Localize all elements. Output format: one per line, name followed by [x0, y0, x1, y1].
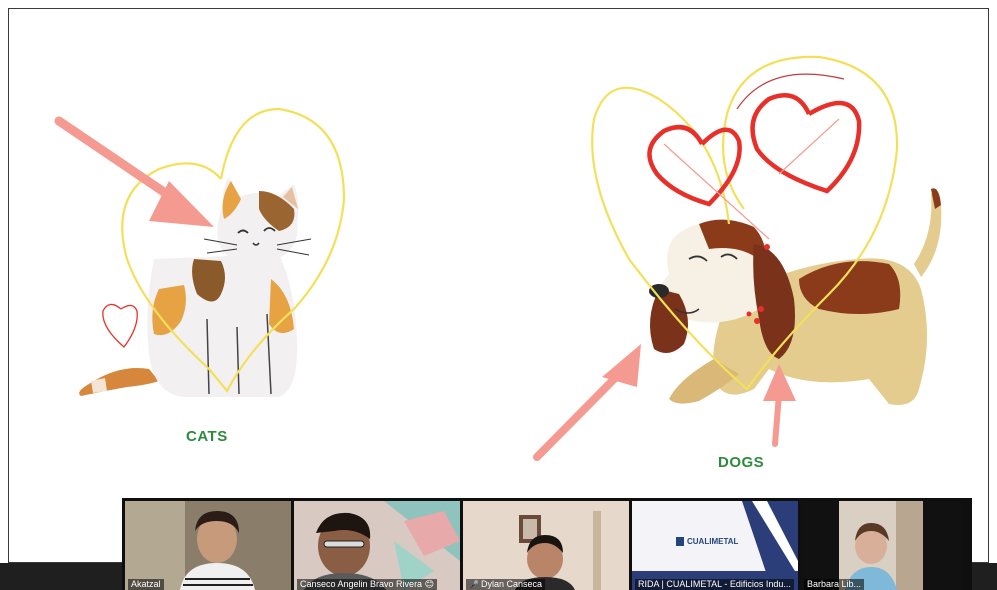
participant-gallery: Akatzal Canseco Angelin Bravo Rivera 😊 🎤… [122, 498, 972, 590]
participant-tile[interactable]: 🎤 Dylan Canseca [463, 501, 629, 590]
cat-illustration [54, 107, 346, 397]
muted-mic-icon: 🎤 [469, 580, 479, 589]
participant-name: RIDA | CUALIMETAL - Edificios Indu... [635, 579, 794, 590]
participant-video [801, 501, 961, 590]
participant-video [125, 501, 291, 590]
participant-name: Akatzal [128, 579, 164, 590]
participant-tile[interactable]: Barbara Lib... [801, 501, 961, 590]
cats-label: CATS [186, 428, 228, 445]
participant-tile[interactable]: CUALIMETAL RIDA | CUALIMETAL - Edificios… [632, 501, 798, 590]
dogs-label: DOGS [718, 454, 765, 471]
participant-tile[interactable]: Canseco Angelin Bravo Rivera 😊 [294, 501, 460, 590]
cualimetal-logo: CUALIMETAL [676, 537, 738, 546]
participant-video [294, 501, 460, 590]
participant-name: Barbara Lib... [804, 579, 865, 590]
participant-video [463, 501, 629, 590]
presentation-slide: CATS DOGS [8, 8, 989, 563]
participant-tile[interactable]: Akatzal [125, 501, 291, 590]
participant-name: Canseco Angelin Bravo Rivera 😊 [297, 579, 437, 590]
dog-illustration [533, 55, 942, 461]
participant-name: 🎤 Dylan Canseca [466, 579, 545, 590]
slide-artwork [54, 55, 942, 461]
